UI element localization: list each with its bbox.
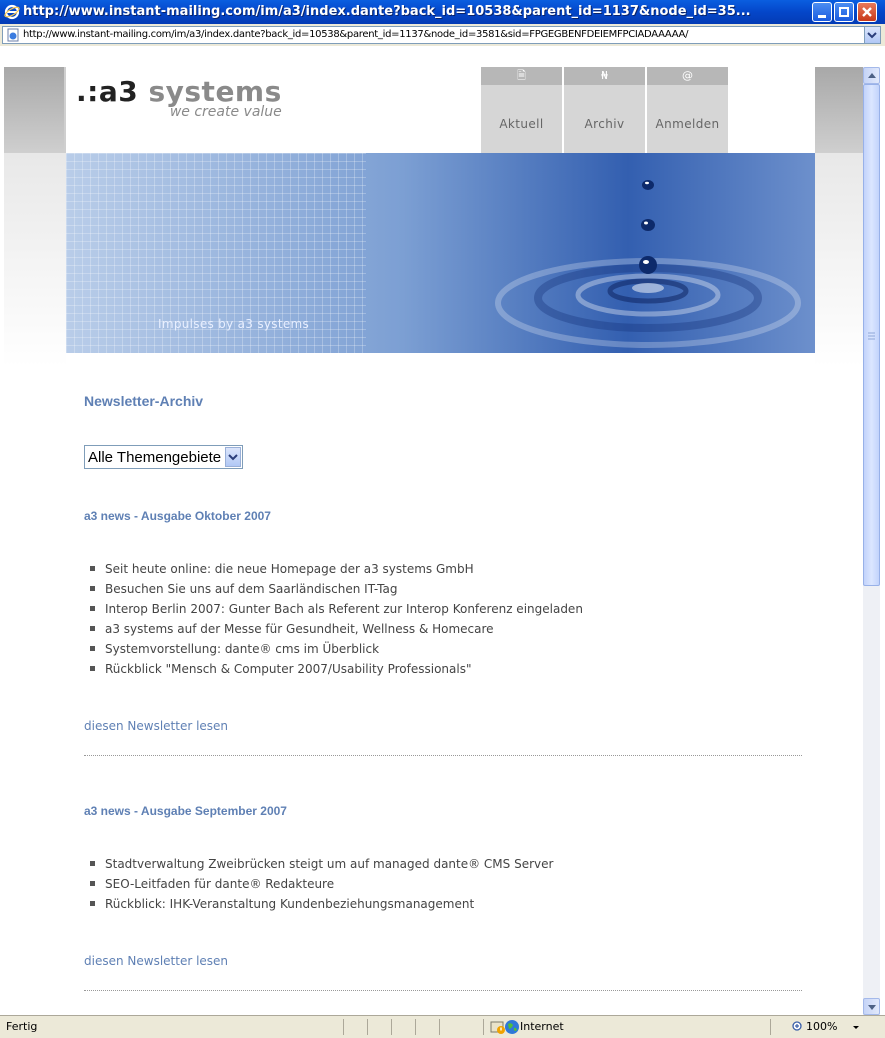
chevron-down-icon <box>228 454 238 461</box>
document-icon: 🗎 <box>481 67 562 85</box>
address-dropdown-button[interactable] <box>864 27 880 43</box>
close-icon <box>862 7 872 17</box>
bullet-icon <box>90 646 95 651</box>
right-page-margin <box>815 67 863 153</box>
zoom-level[interactable]: 100% <box>806 1020 837 1033</box>
window-title-bar[interactable]: http://www.instant-mailing.com/im/a3/ind… <box>0 0 885 24</box>
bullet-icon <box>90 606 95 611</box>
issue-title[interactable]: a3 news - Ausgabe Oktober 2007 <box>84 509 802 523</box>
status-bar: Fertig Internet 100% <box>0 1015 885 1038</box>
scroll-down-button[interactable] <box>863 998 880 1015</box>
list-item: Interop Berlin 2007: Gunter Bach als Ref… <box>90 599 583 619</box>
nav-item-label: Archiv <box>584 117 625 131</box>
chevron-down-icon <box>867 32 877 39</box>
security-zone-label: Internet <box>520 1020 564 1033</box>
address-url: http://www.instant-mailing.com/im/a3/ind… <box>23 29 689 40</box>
bullet-icon <box>90 881 95 886</box>
bullet-icon <box>90 566 95 571</box>
scroll-up-button[interactable] <box>863 67 880 84</box>
vertical-scrollbar[interactable] <box>863 67 880 1015</box>
left-page-margin <box>4 67 64 153</box>
bullet-icon <box>90 666 95 671</box>
ie-logo-icon <box>4 4 20 20</box>
newsletter-page: .:a3 systems we create value 🗎 Aktuell ₦… <box>66 67 815 1015</box>
issue-topic-list: Seit heute online: die neue Homepage der… <box>90 559 583 679</box>
logo-prefix: .:a3 <box>76 75 139 108</box>
zoom-icon <box>792 1021 802 1031</box>
topic-filter-select[interactable]: Alle Themengebiete <box>84 445 244 469</box>
list-item: Besuchen Sie uns auf dem Saarländischen … <box>90 579 583 599</box>
list-item: Rückblick: IHK-Veranstaltung Kundenbezie… <box>90 894 553 914</box>
page-viewport: .:a3 systems we create value 🗎 Aktuell ₦… <box>4 67 863 1015</box>
read-newsletter-link[interactable]: diesen Newsletter lesen <box>84 954 228 968</box>
arrow-down-icon <box>868 1005 876 1010</box>
bullet-icon <box>90 901 95 906</box>
nav-item-aktuell[interactable]: 🗎 Aktuell <box>480 67 562 153</box>
list-item: Stadtverwaltung Zweibrücken steigt um au… <box>90 854 553 874</box>
bullet-icon <box>90 586 95 591</box>
newsletter-issue: a3 news - Ausgabe Oktober 2007 Seit heut… <box>84 509 802 756</box>
arrow-up-icon <box>868 73 876 78</box>
maximize-button[interactable] <box>834 2 854 22</box>
binoculars-icon: ₦ <box>564 67 645 85</box>
nav-item-archiv[interactable]: ₦ Archiv <box>563 67 645 153</box>
internet-zone-icon <box>505 1020 519 1034</box>
list-item: a3 systems auf der Messe für Gesundheit,… <box>90 619 583 639</box>
site-logo[interactable]: .:a3 systems we create value <box>76 75 282 120</box>
page-icon <box>7 28 19 42</box>
issue-divider <box>84 755 802 756</box>
minimize-button[interactable] <box>812 2 832 22</box>
bullet-icon <box>90 861 95 866</box>
grip-icon <box>868 332 875 340</box>
topic-filter-dropdown-button[interactable] <box>225 447 242 467</box>
address-bar: http://www.instant-mailing.com/im/a3/ind… <box>0 24 885 46</box>
nav-item-anmelden[interactable]: @ Anmelden <box>646 67 728 153</box>
window-title: http://www.instant-mailing.com/im/a3/ind… <box>23 4 751 19</box>
address-field[interactable]: http://www.instant-mailing.com/im/a3/ind… <box>2 26 881 44</box>
close-button[interactable] <box>857 2 877 22</box>
topic-filter-value: Alle Themengebiete <box>88 448 222 466</box>
issue-title[interactable]: a3 news - Ausgabe September 2007 <box>84 804 802 818</box>
page-title: Newsletter-Archiv <box>84 393 204 409</box>
issue-topic-list: Stadtverwaltung Zweibrücken steigt um au… <box>90 854 553 914</box>
status-text: Fertig <box>6 1020 38 1033</box>
header-banner: Impulses by a3 systems <box>66 153 815 353</box>
issue-divider <box>84 990 802 991</box>
newsletter-issue: a3 news - Ausgabe September 2007 Stadtve… <box>84 804 802 991</box>
list-item: Rückblick "Mensch & Computer 2007/Usabil… <box>90 659 583 679</box>
main-nav: 🗎 Aktuell ₦ Archiv @ Anmelden <box>480 67 730 153</box>
zoom-dropdown-icon[interactable] <box>852 1025 860 1031</box>
bullet-icon <box>90 626 95 631</box>
nav-item-label: Anmelden <box>655 117 720 131</box>
list-item: Systemvorstellung: dante® cms im Überbli… <box>90 639 583 659</box>
banner-caption: Impulses by a3 systems <box>158 317 310 331</box>
scrollbar-thumb[interactable] <box>863 84 880 586</box>
list-item: SEO-Leitfaden für dante® Redakteure <box>90 874 553 894</box>
list-item: Seit heute online: die neue Homepage der… <box>90 559 583 579</box>
at-icon: @ <box>647 67 728 85</box>
nav-item-label: Aktuell <box>499 117 544 131</box>
read-newsletter-link[interactable]: diesen Newsletter lesen <box>84 719 228 733</box>
